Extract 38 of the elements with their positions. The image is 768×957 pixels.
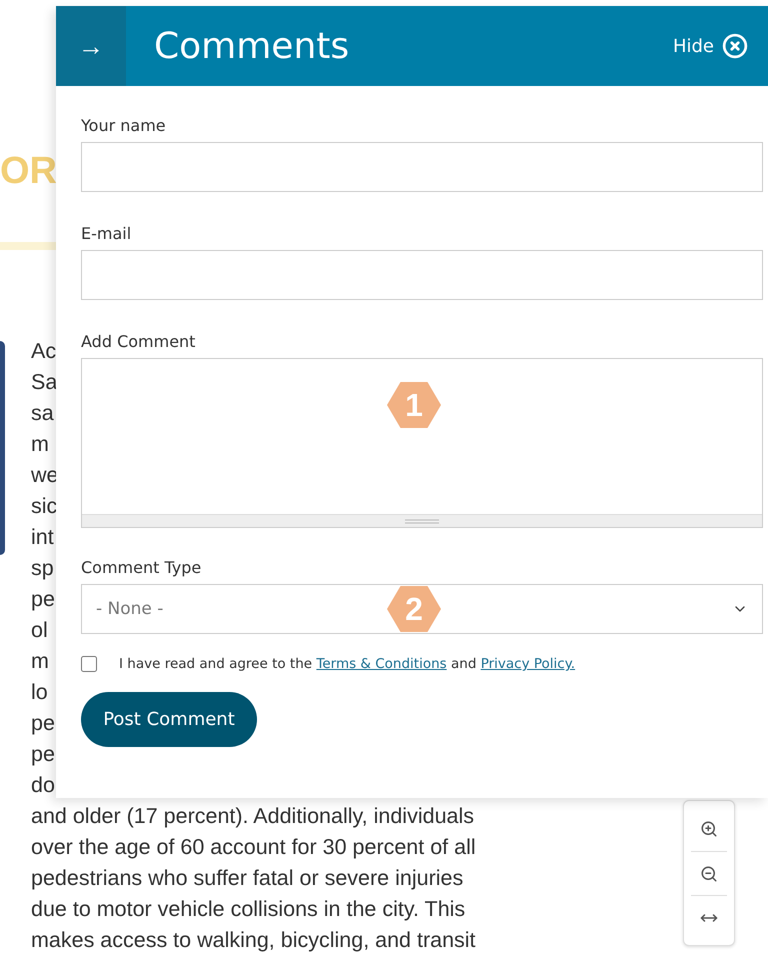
privacy-link[interactable]: Privacy Policy. xyxy=(480,656,576,672)
body-text-line: pe xyxy=(31,741,55,768)
close-icon xyxy=(722,33,748,59)
agree-text: I have read and agree to the Terms & Conditions and Privacy Policy. xyxy=(119,656,576,672)
body-text-line: lo xyxy=(31,679,48,706)
body-text-line: sa xyxy=(31,400,54,427)
page-heading: OR xyxy=(0,149,57,194)
body-text-line: and older (17 percent). Additionally, individuals xyxy=(31,803,474,830)
collapse-button[interactable]: → xyxy=(56,6,126,86)
body-text-line: m xyxy=(31,648,49,675)
body-text-line: do xyxy=(31,772,55,799)
input-field[interactable] xyxy=(81,142,763,192)
body-text-line: makes access to walking, bicycling, and transit xyxy=(31,927,476,954)
terms-link[interactable]: Terms & Conditions xyxy=(316,656,447,672)
field-label: Comment Type xyxy=(81,558,202,577)
body-text-line: pe xyxy=(31,710,55,737)
body-text-line: ol xyxy=(31,617,48,644)
post-comment-button[interactable]: Post Comment xyxy=(81,692,257,747)
body-text-line: m xyxy=(31,431,49,458)
body-text-line: Sa xyxy=(31,369,58,396)
field-label: Add Comment xyxy=(81,332,196,351)
field-label: E-mail xyxy=(81,224,132,243)
body-text-line: int xyxy=(31,524,54,551)
hide-button[interactable]: Hide xyxy=(672,33,748,59)
agree-checkbox[interactable] xyxy=(81,656,97,672)
panel-title: Comments xyxy=(154,26,350,66)
body-text-line: pedestrians who suffer fatal or severe injuries xyxy=(31,865,464,892)
zoom-out-icon xyxy=(700,864,718,882)
body-text-line: sp xyxy=(31,555,54,582)
field-label: Your name xyxy=(81,116,167,135)
body-text-line: over the age of 60 account for 30 percent of all xyxy=(31,834,476,861)
body-text-line: due to motor vehicle collisions in the city. This xyxy=(31,896,466,923)
body-text-line: sic xyxy=(31,493,58,520)
resize-grip-icon xyxy=(405,518,439,524)
input-field[interactable] xyxy=(81,250,763,300)
body-text-line: Ac xyxy=(31,338,56,365)
body-text-line: pe xyxy=(31,586,55,613)
zoom-in-icon xyxy=(700,820,718,838)
